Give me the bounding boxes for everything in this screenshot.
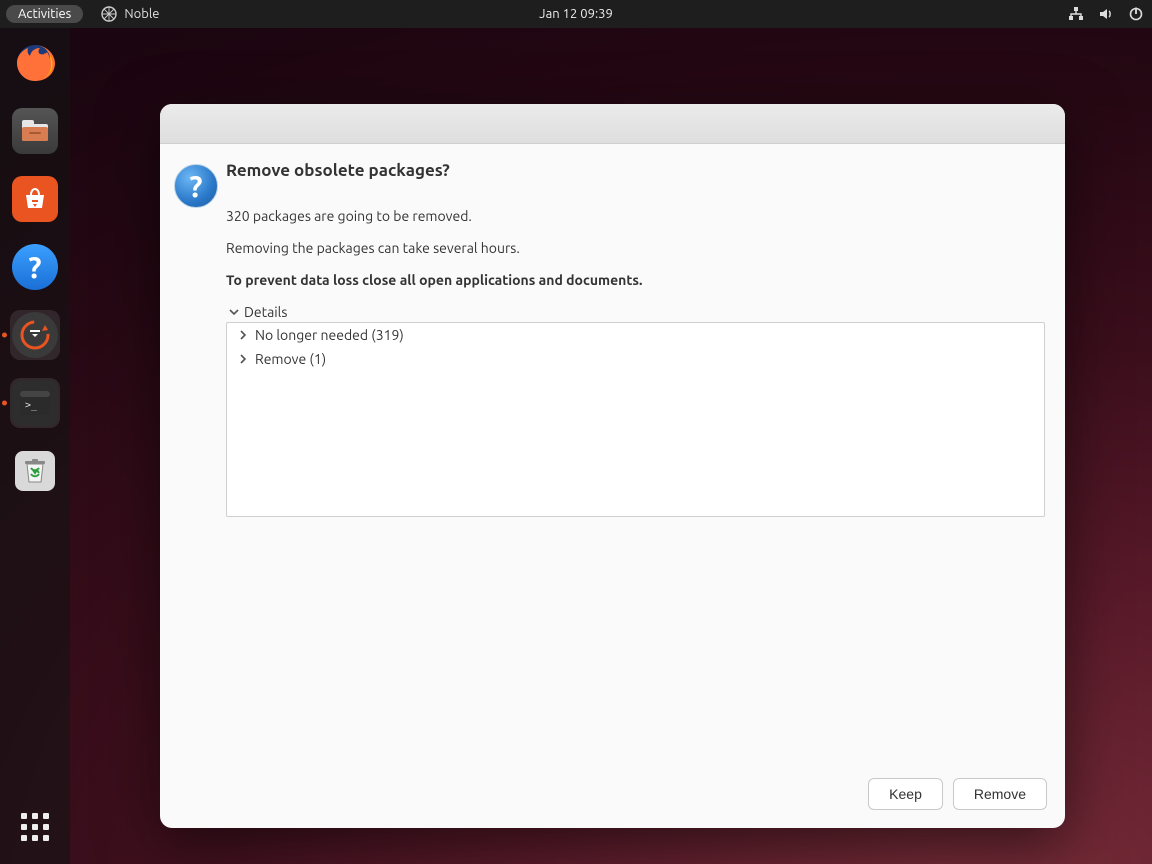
files-icon (12, 108, 58, 154)
tree-item-label: Remove (1) (255, 351, 326, 367)
chevron-right-icon (237, 329, 249, 341)
svg-text:>_: >_ (25, 400, 38, 411)
chevron-down-icon (228, 306, 240, 318)
app-menu-icon (101, 6, 117, 22)
dialog-heading: Remove obsolete packages? (226, 161, 1045, 180)
dialog-window: ? Remove obsolete packages? 320 packages… (160, 104, 1065, 828)
system-tray[interactable] (1068, 6, 1144, 22)
dialog-text-1: 320 packages are going to be removed. (226, 208, 1045, 224)
dock-firefox[interactable] (10, 38, 60, 88)
help-icon: ? (12, 244, 58, 290)
app-menu[interactable]: Noble (101, 6, 159, 22)
tree-item-label: No longer needed (319) (255, 327, 404, 343)
tree-item[interactable]: No longer needed (319) (227, 323, 1044, 347)
tree-item[interactable]: Remove (1) (227, 347, 1044, 371)
keep-button[interactable]: Keep (868, 778, 943, 810)
show-applications-button[interactable] (10, 802, 60, 852)
apps-grid-icon (21, 813, 49, 841)
dock-help[interactable]: ? (10, 242, 60, 292)
dialog-titlebar[interactable] (160, 104, 1065, 144)
app-menu-label: Noble (124, 7, 159, 21)
details-tree[interactable]: No longer needed (319) Remove (1) (226, 322, 1045, 517)
dock: ? >_ (0, 28, 70, 864)
software-icon (12, 176, 58, 222)
dock-software-updater[interactable] (10, 310, 60, 360)
question-icon: ? (174, 164, 218, 208)
remove-button[interactable]: Remove (953, 778, 1047, 810)
clock[interactable]: Jan 12 09:39 (539, 7, 613, 21)
activities-button[interactable]: Activities (6, 5, 83, 23)
details-label: Details (244, 304, 287, 320)
dock-terminal[interactable]: >_ (10, 378, 60, 428)
dock-software[interactable] (10, 174, 60, 224)
details-expander[interactable]: Details (228, 304, 1045, 320)
network-icon (1068, 6, 1084, 22)
dialog-warning: To prevent data loss close all open appl… (226, 272, 1045, 288)
dock-trash[interactable] (10, 446, 60, 496)
trash-icon (15, 451, 55, 491)
software-updater-icon (12, 312, 58, 358)
dock-files[interactable] (10, 106, 60, 156)
volume-icon (1098, 6, 1114, 22)
dialog-text-2: Removing the packages can take several h… (226, 240, 1045, 256)
top-bar: Activities Noble Jan 12 09:39 (0, 0, 1152, 28)
chevron-right-icon (237, 353, 249, 365)
terminal-icon: >_ (12, 380, 58, 426)
dialog-button-row: Keep Remove (160, 764, 1065, 828)
firefox-icon (12, 40, 58, 86)
power-icon (1128, 6, 1144, 22)
